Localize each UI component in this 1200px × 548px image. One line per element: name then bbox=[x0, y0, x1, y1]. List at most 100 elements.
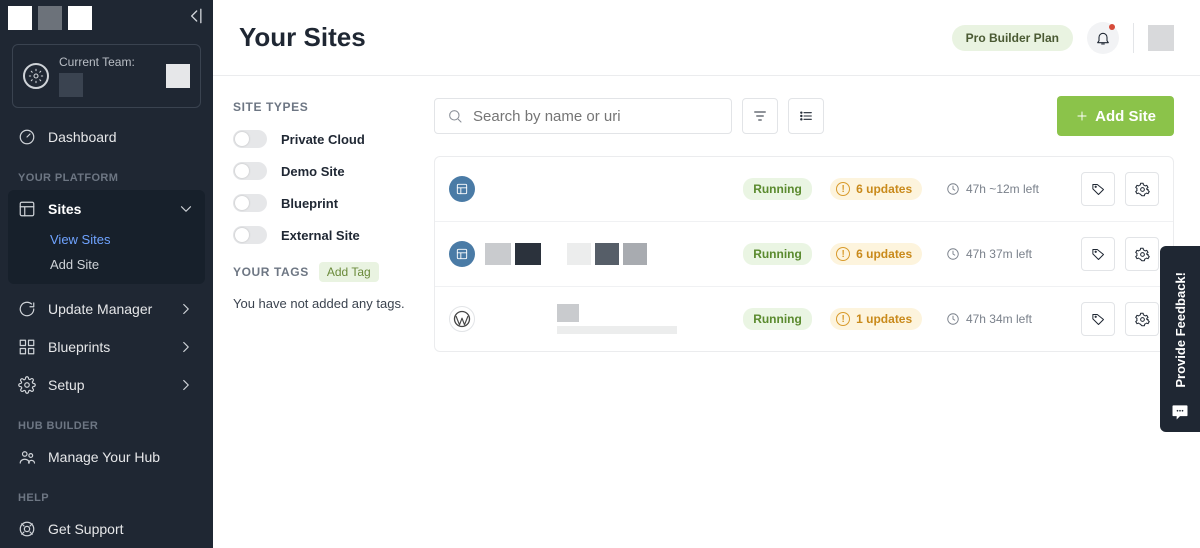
filter-panel: SITE TYPES Private Cloud Demo Site Bluep… bbox=[213, 76, 434, 548]
settings-button[interactable] bbox=[1125, 302, 1159, 336]
plus-icon bbox=[1075, 109, 1089, 123]
toggle-blueprint[interactable] bbox=[233, 194, 267, 212]
alert-icon: ! bbox=[836, 182, 850, 196]
sidebar-item-label: Blueprints bbox=[48, 339, 110, 355]
backup-time: 47h ~12m left bbox=[946, 182, 1071, 196]
chevron-right-icon bbox=[177, 300, 195, 318]
site-row[interactable]: Running !6 updates 47h ~12m left bbox=[435, 157, 1173, 222]
clock-icon bbox=[946, 182, 960, 196]
chevron-down-icon bbox=[177, 200, 195, 218]
updates-badge[interactable]: !6 updates bbox=[830, 178, 922, 200]
topbar: Your Sites Pro Builder Plan bbox=[213, 0, 1200, 76]
chevron-right-icon bbox=[177, 338, 195, 356]
notifications-button[interactable] bbox=[1087, 22, 1119, 54]
search-input[interactable] bbox=[473, 108, 719, 125]
add-tag-button[interactable]: Add Tag bbox=[319, 262, 379, 282]
sidebar-item-label: Setup bbox=[48, 377, 85, 393]
toggle-external-site[interactable] bbox=[233, 226, 267, 244]
sidebar-sub-add-site[interactable]: Add Site bbox=[8, 251, 205, 276]
list-icon bbox=[798, 108, 814, 124]
sidebar-item-blueprints[interactable]: Blueprints bbox=[0, 328, 213, 366]
plan-badge[interactable]: Pro Builder Plan bbox=[952, 25, 1073, 51]
team-label: Current Team: bbox=[59, 55, 135, 69]
search-box[interactable] bbox=[434, 98, 732, 134]
sidebar-item-get-support[interactable]: Get Support bbox=[0, 510, 213, 548]
toggle-label: Demo Site bbox=[281, 164, 345, 179]
sidebar-item-setup[interactable]: Setup bbox=[0, 366, 213, 404]
backup-time: 47h 37m left bbox=[946, 247, 1071, 261]
sidebar-item-manage-hub[interactable]: Manage Your Hub bbox=[0, 438, 213, 476]
sidebar-item-label: Dashboard bbox=[48, 129, 117, 145]
tag-icon bbox=[1091, 182, 1106, 197]
gear-icon bbox=[1135, 247, 1150, 262]
sidebar-sub-view-sites[interactable]: View Sites bbox=[8, 226, 205, 251]
alert-icon: ! bbox=[836, 247, 850, 261]
updates-badge[interactable]: !6 updates bbox=[830, 243, 922, 265]
clock-icon bbox=[946, 247, 960, 261]
toggle-label: Private Cloud bbox=[281, 132, 365, 147]
sidebar-item-label: Get Support bbox=[48, 521, 124, 537]
page-title: Your Sites bbox=[239, 22, 366, 53]
user-avatar[interactable] bbox=[1148, 25, 1174, 51]
view-list-button[interactable] bbox=[788, 98, 824, 134]
clock-icon bbox=[946, 312, 960, 326]
sites-list: Running !6 updates 47h ~12m left bbox=[434, 156, 1174, 352]
collapse-sidebar-button[interactable] bbox=[185, 6, 205, 26]
search-icon bbox=[447, 108, 463, 124]
tag-button[interactable] bbox=[1081, 172, 1115, 206]
sidebar-item-sites[interactable]: Sites bbox=[8, 190, 205, 226]
chevron-right-icon bbox=[177, 376, 195, 394]
status-badge: Running bbox=[743, 243, 812, 265]
sidebar-item-dashboard[interactable]: Dashboard bbox=[0, 118, 213, 156]
feedback-tab[interactable]: Provide Feedback! bbox=[1160, 246, 1200, 432]
filter-button[interactable] bbox=[742, 98, 778, 134]
toggle-label: External Site bbox=[281, 228, 360, 243]
notification-dot bbox=[1109, 24, 1115, 30]
team-switcher[interactable]: Current Team: bbox=[12, 44, 201, 108]
feedback-label: Provide Feedback! bbox=[1173, 272, 1188, 388]
site-types-heading: SITE TYPES bbox=[233, 100, 418, 114]
toggle-label: Blueprint bbox=[281, 196, 338, 211]
status-badge: Running bbox=[743, 178, 812, 200]
site-row[interactable]: Running !6 updates 47h 37m left bbox=[435, 222, 1173, 287]
gear-icon bbox=[1135, 312, 1150, 327]
status-badge: Running bbox=[743, 308, 812, 330]
site-name bbox=[485, 304, 733, 334]
site-type-icon bbox=[449, 306, 475, 332]
sidebar-item-label: Manage Your Hub bbox=[48, 449, 160, 465]
sidebar-item-update-manager[interactable]: Update Manager bbox=[0, 290, 213, 328]
site-type-icon bbox=[449, 241, 475, 267]
toggle-demo-site[interactable] bbox=[233, 162, 267, 180]
alert-icon: ! bbox=[836, 312, 850, 326]
site-type-icon bbox=[449, 176, 475, 202]
backup-time: 47h 34m left bbox=[946, 312, 1071, 326]
add-site-button[interactable]: Add Site bbox=[1057, 96, 1174, 136]
bell-icon bbox=[1095, 30, 1111, 46]
filter-icon bbox=[752, 108, 768, 124]
divider bbox=[1133, 23, 1134, 53]
sidebar-item-label: Sites bbox=[48, 201, 81, 217]
sidebar-item-label: Update Manager bbox=[48, 301, 152, 317]
empty-tags-message: You have not added any tags. bbox=[233, 296, 418, 311]
team-avatar-icon bbox=[23, 63, 49, 89]
tag-button[interactable] bbox=[1081, 302, 1115, 336]
settings-button[interactable] bbox=[1125, 237, 1159, 271]
sidebar-heading-help: HELP bbox=[0, 476, 213, 510]
updates-badge[interactable]: !1 updates bbox=[830, 308, 922, 330]
site-row[interactable]: Running !1 updates 47h 34m left bbox=[435, 287, 1173, 351]
tag-icon bbox=[1091, 247, 1106, 262]
sidebar: Current Team: Dashboard YOUR PLATFORM Si… bbox=[0, 0, 213, 548]
toggle-private-cloud[interactable] bbox=[233, 130, 267, 148]
main-area: Your Sites Pro Builder Plan SITE TYPES P… bbox=[213, 0, 1200, 548]
sidebar-heading-platform: YOUR PLATFORM bbox=[0, 156, 213, 190]
your-tags-heading: YOUR TAGS bbox=[233, 265, 309, 279]
site-name bbox=[485, 243, 733, 265]
chat-icon bbox=[1170, 402, 1190, 422]
brand-logo bbox=[8, 6, 92, 30]
tag-button[interactable] bbox=[1081, 237, 1115, 271]
tag-icon bbox=[1091, 312, 1106, 327]
gear-icon bbox=[1135, 182, 1150, 197]
sidebar-heading-hub: HUB BUILDER bbox=[0, 404, 213, 438]
add-site-label: Add Site bbox=[1095, 108, 1156, 125]
settings-button[interactable] bbox=[1125, 172, 1159, 206]
